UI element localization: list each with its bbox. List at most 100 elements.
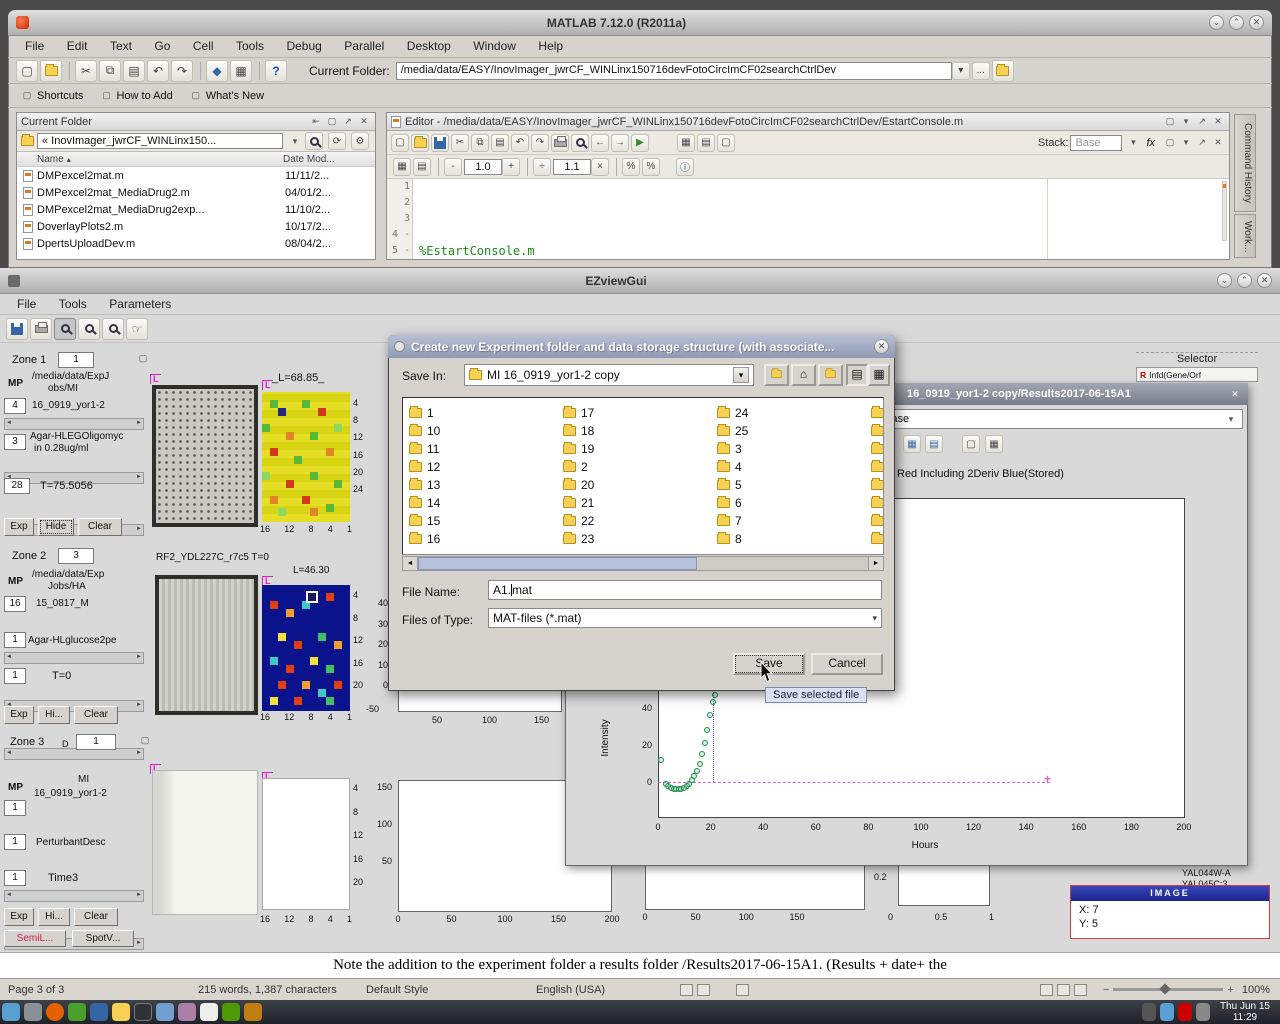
close-panel-icon[interactable] [357, 115, 371, 128]
folder-item[interactable]: 5 [717, 476, 865, 494]
zone2-hide-button[interactable]: Hi... [38, 706, 70, 724]
folder-item[interactable]: 12 [409, 458, 557, 476]
office-writer-icon[interactable] [200, 1003, 218, 1021]
save-in-dropdown-icon[interactable] [733, 367, 749, 383]
close-icon[interactable] [1249, 15, 1264, 30]
multiply-button[interactable]: × [591, 158, 609, 176]
editor-cell-icon[interactable] [677, 134, 695, 152]
document-modified-icon[interactable] [736, 984, 749, 996]
edit-plot-icon-selected[interactable] [54, 318, 76, 340]
zone1-exp-button[interactable]: Exp [4, 518, 34, 536]
selector-radio[interactable]: R [1140, 370, 1146, 380]
zone3-detach-icon[interactable] [138, 734, 152, 747]
heatmap-zone2[interactable] [262, 585, 350, 711]
folder-item[interactable]: 16 [409, 530, 557, 548]
editor-close2-icon[interactable] [1211, 136, 1225, 149]
zoom-slider-thumb[interactable] [1160, 983, 1171, 994]
zone3-exp-button[interactable]: Exp [4, 908, 34, 926]
heatmap-zone3-empty[interactable] [262, 778, 350, 910]
increase-button[interactable]: + [502, 158, 520, 176]
lint-indicator-bar[interactable] [1222, 181, 1227, 241]
refresh-icon[interactable] [328, 132, 346, 150]
folder-icon[interactable] [871, 408, 884, 418]
restore-icon[interactable] [325, 115, 339, 128]
editor-redo-icon[interactable] [531, 134, 549, 152]
folder-item[interactable]: 7 [717, 512, 865, 530]
editor-copy-icon[interactable] [471, 134, 489, 152]
up-one-level-icon[interactable] [764, 364, 789, 386]
uncomment-icon[interactable] [642, 158, 660, 176]
dock-icon[interactable] [309, 115, 323, 128]
minimize-icon[interactable] [1209, 15, 1224, 30]
zone2-scrollbar-3[interactable] [4, 748, 144, 760]
selected-well-marker[interactable] [306, 591, 318, 603]
zone3-clear-button[interactable]: Clear [74, 908, 118, 926]
dialog-folder-list[interactable]: 1 10 11 12 13 14 15 16 17 18 19 2 20 21 … [402, 397, 884, 555]
search-icon[interactable] [305, 132, 323, 150]
folder-item[interactable]: 17 [563, 404, 711, 422]
editor-open-icon[interactable] [411, 134, 429, 152]
zone1-scrollbar-1[interactable] [4, 418, 144, 430]
start-menu-icon[interactable] [2, 1003, 20, 1021]
scroll-track[interactable] [418, 557, 868, 570]
files-of-type-combo[interactable]: MAT-files (*.mat) [488, 608, 882, 628]
increment-value-input[interactable]: 1.0 [464, 159, 502, 175]
ezview-print-icon[interactable] [30, 318, 52, 340]
help-icon[interactable] [265, 60, 287, 82]
file-manager-icon[interactable] [112, 1003, 130, 1021]
pan-hand-icon[interactable] [126, 318, 148, 340]
menu-text[interactable]: Text [101, 36, 141, 56]
redo-icon[interactable] [171, 60, 193, 82]
zone3-time-index[interactable]: 1 [4, 870, 26, 886]
zone3-scrollbar-1[interactable] [4, 890, 144, 902]
folder-icon[interactable] [871, 462, 884, 472]
folder-item[interactable]: 25 [717, 422, 865, 440]
zone3-hide-button[interactable]: Hi... [38, 908, 70, 926]
editor-find-icon[interactable] [571, 134, 589, 152]
email-client-icon[interactable] [90, 1003, 108, 1021]
editor-undo-icon[interactable] [511, 134, 529, 152]
show-desktop-icon[interactable] [24, 1003, 42, 1021]
fx-button[interactable]: fx [1146, 137, 1155, 149]
folder-icon[interactable] [871, 426, 884, 436]
package-manager-icon[interactable] [68, 1003, 86, 1021]
zone1-hide-button[interactable]: Hide [38, 518, 74, 536]
zone2-scrollbar-1[interactable] [4, 652, 144, 664]
editor-close-icon[interactable] [1211, 115, 1225, 128]
address-dropdown-icon[interactable] [288, 135, 302, 148]
tab-command-history[interactable]: Command History [1234, 114, 1256, 212]
ezview-menu-tools[interactable]: Tools [50, 294, 96, 314]
column-name[interactable]: Name [37, 154, 64, 165]
folder-item[interactable]: 11 [409, 440, 557, 458]
folder-item[interactable]: 13 [409, 476, 557, 494]
divide-button[interactable]: ÷ [533, 158, 551, 176]
file-row[interactable]: DpertsUploadDev.m08/04/2... [17, 235, 375, 252]
semilog-button[interactable]: SemiL... [4, 930, 66, 947]
zone1-plate-count[interactable]: 4 [4, 398, 26, 414]
files-of-type-dropdown-icon[interactable] [872, 613, 877, 624]
ezview-menu-file[interactable]: File [8, 294, 45, 314]
single-page-view-icon[interactable] [1040, 984, 1053, 996]
editor-run-icon[interactable] [631, 134, 649, 152]
folder-icon[interactable] [871, 534, 884, 544]
editor-cut-icon[interactable] [451, 134, 469, 152]
selection-mode-icon[interactable] [697, 984, 710, 996]
results-close-icon[interactable] [1228, 388, 1242, 401]
book-view-icon[interactable] [1074, 984, 1087, 996]
home-folder-icon[interactable] [791, 364, 816, 386]
save-in-combo[interactable]: MI 16_0919_yor1-2 copy [464, 364, 754, 386]
menu-tools[interactable]: Tools [227, 36, 273, 56]
editor-layout-icon[interactable] [1163, 136, 1177, 149]
scroll-left-icon[interactable]: ◄ [403, 557, 418, 570]
zone3-media-index[interactable]: 1 [4, 834, 26, 850]
up-folder-icon[interactable] [992, 60, 1014, 82]
folder-icon[interactable] [871, 498, 884, 508]
dialog-titlebar[interactable]: Create new Experiment folder and data st… [388, 335, 895, 358]
guide-icon[interactable] [230, 60, 252, 82]
zone1-time-index[interactable]: 28 [4, 478, 30, 494]
folder-icon[interactable] [871, 444, 884, 454]
path-dropdown-icon[interactable] [952, 62, 970, 80]
create-new-folder-icon[interactable] [818, 364, 843, 386]
copy-icon[interactable] [99, 60, 121, 82]
firefox-icon[interactable] [46, 1003, 64, 1021]
